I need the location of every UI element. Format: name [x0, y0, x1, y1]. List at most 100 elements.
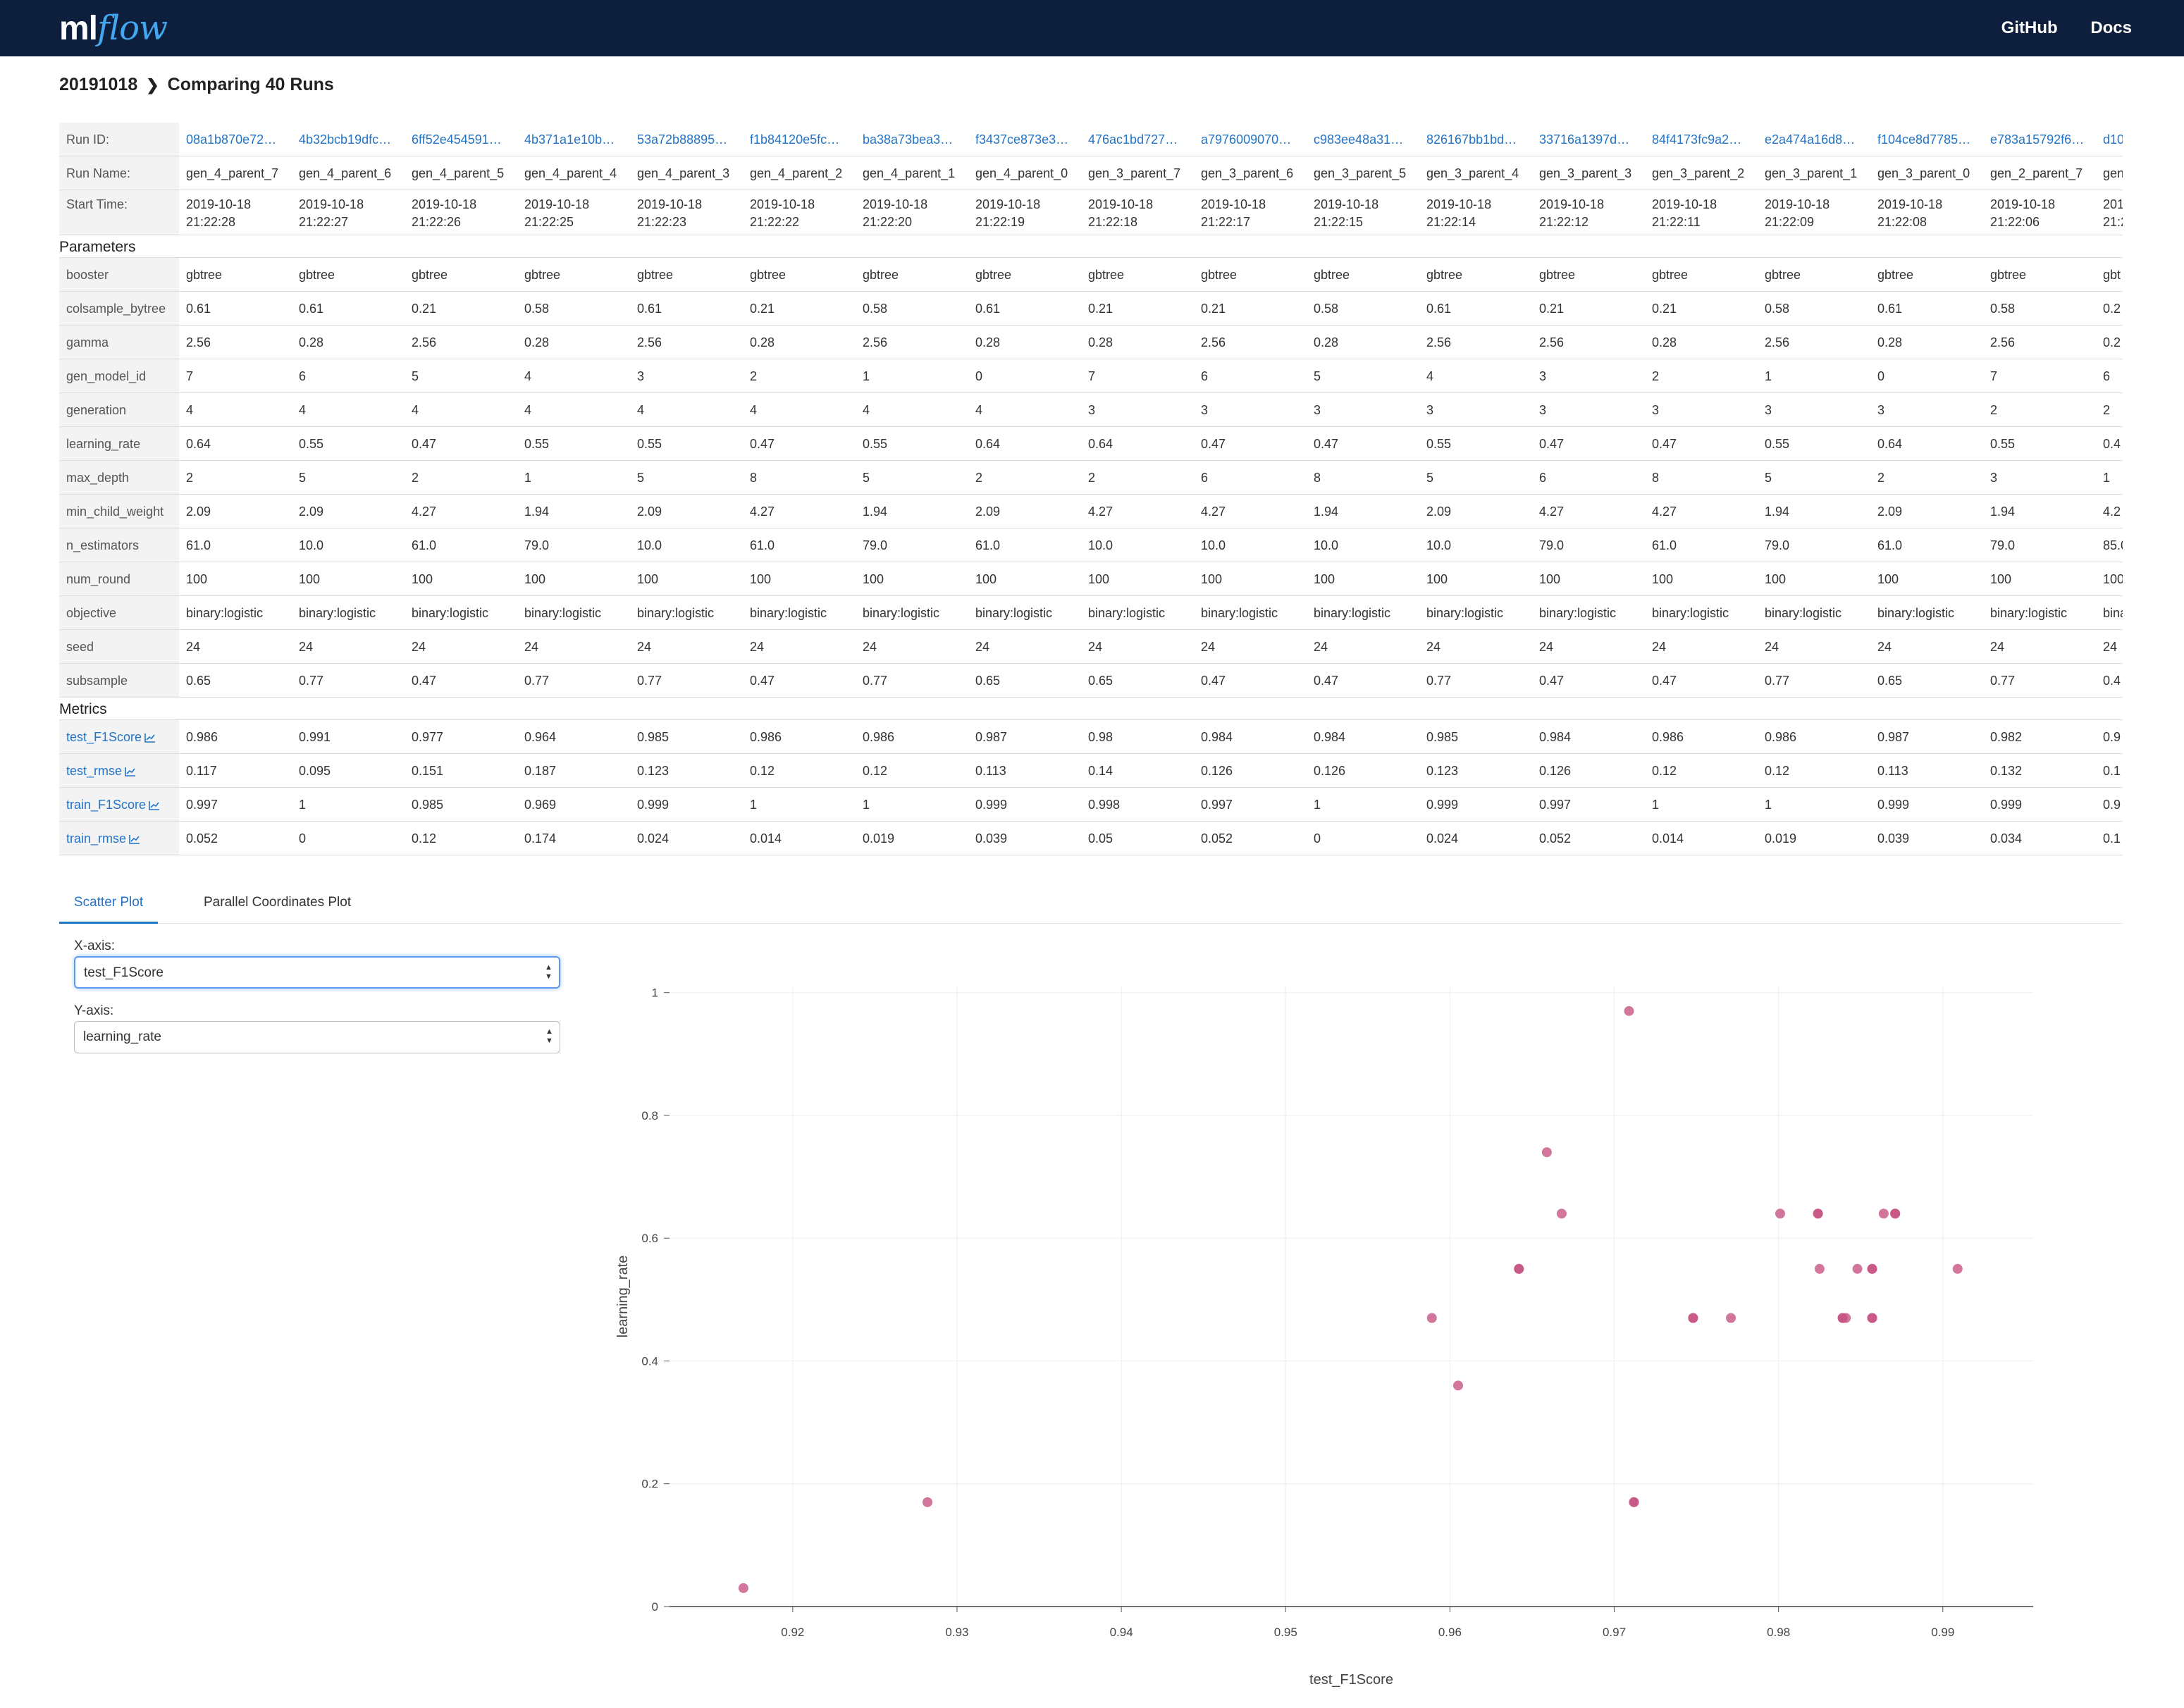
metrics-section-title: Metrics [59, 698, 2123, 720]
param-value: 24 [968, 630, 1081, 664]
param-value: 0.77 [1419, 664, 1532, 698]
param-value: 100 [2096, 562, 2123, 596]
start-date: 2019-10-18 [1652, 197, 1717, 211]
run-id-link[interactable]: f3437ce873e3… [968, 123, 1081, 156]
start-time-cell: 2019-10-18 21:22:17 [1194, 190, 1307, 235]
run-id-link[interactable]: ba38a73bea3… [856, 123, 968, 156]
param-value: 2 [1081, 461, 1194, 495]
param-value: 0.55 [1983, 427, 2096, 461]
metric-value: 0.985 [405, 788, 517, 822]
metric-value: 0.991 [292, 720, 405, 754]
param-value: 0.47 [1307, 664, 1419, 698]
metric-value: 1 [743, 788, 856, 822]
metric-name-train-rmse[interactable]: train_rmse [59, 822, 179, 855]
run-id-link[interactable]: e2a474a16d8… [1758, 123, 1870, 156]
metric-value: 0.982 [1983, 720, 2096, 754]
param-value: binary:logistic [968, 596, 1081, 630]
metric-value: 0 [292, 822, 405, 855]
param-value: 2.09 [292, 495, 405, 528]
y-axis-select[interactable]: learning_rate ▲ ▼ [74, 1021, 560, 1053]
y-axis-title: learning_rate [615, 1256, 631, 1338]
x-axis-select[interactable]: test_F1Score ▲ ▼ [74, 956, 560, 989]
metric-name-train-F1Score[interactable]: train_F1Score [59, 788, 179, 822]
param-value: 6 [1532, 461, 1645, 495]
metric-value: 0.1 [2096, 822, 2123, 855]
run-id-link[interactable]: 33716a1397d… [1532, 123, 1645, 156]
run-id-link[interactable]: 6ff52e454591… [405, 123, 517, 156]
run-id-link[interactable]: c983ee48a31… [1307, 123, 1419, 156]
param-value: 61.0 [743, 528, 856, 562]
param-value: 100 [1419, 562, 1532, 596]
param-value: 5 [1419, 461, 1532, 495]
param-value: 24 [2096, 630, 2123, 664]
start-clock-time: 21:22:23 [637, 215, 687, 229]
param-value: 24 [1645, 630, 1758, 664]
metric-value: 0.998 [1081, 788, 1194, 822]
metric-name-test-F1Score[interactable]: test_F1Score [59, 720, 179, 754]
param-value: 2 [1983, 393, 2096, 427]
scatter-point [1453, 1380, 1464, 1391]
run-id-link[interactable]: 4b32bcb19dfc… [292, 123, 405, 156]
metric-value: 0.113 [1870, 754, 1983, 788]
run-id-link[interactable]: 08a1b870e72… [179, 123, 292, 156]
param-value: 0.28 [1307, 326, 1419, 359]
run-id-link[interactable]: 4b371a1e10b… [517, 123, 630, 156]
param-value: 0 [968, 359, 1081, 393]
param-value: binary:logistic [292, 596, 405, 630]
run-id-link[interactable]: d10 [2096, 123, 2123, 156]
run-name: gen_3_parent_7 [1081, 156, 1194, 190]
param-value: 100 [1081, 562, 1194, 596]
param-value: 2.56 [856, 326, 968, 359]
x-tick-label: 0.93 [945, 1626, 968, 1639]
x-axis-label: X-axis: [74, 939, 116, 953]
param-value: 100 [968, 562, 1081, 596]
run-id-link[interactable]: a7976009070… [1194, 123, 1307, 156]
scatter-point [923, 1497, 933, 1507]
tab-parallel-coordinates-plot[interactable]: Parallel Coordinates Plot [204, 885, 351, 922]
start-time-cell: 2019-10-18 21:22:06 [1983, 190, 2096, 235]
metric-value: 0.999 [1983, 788, 2096, 822]
metric-value: 0.999 [630, 788, 743, 822]
scatter-plot[interactable]: 00.20.40.60.81 0.92 0.93 0.94 0.95 0.96 0.97 0… [606, 958, 2058, 1691]
tab-scatter-plot[interactable]: Scatter Plot [59, 885, 158, 924]
x-tick-label: 0.97 [1603, 1626, 1626, 1639]
run-id-link[interactable]: 84f4173fc9a2… [1645, 123, 1758, 156]
param-name-n-estimators: n_estimators [59, 528, 179, 562]
metric-value: 0.126 [1532, 754, 1645, 788]
metric-value: 0.999 [968, 788, 1081, 822]
param-value: binary:logistic [1532, 596, 1645, 630]
run-id-link[interactable]: 476ac1bd727… [1081, 123, 1194, 156]
param-value: 0.77 [1758, 664, 1870, 698]
run-id-link[interactable]: f1b84120e5fc… [743, 123, 856, 156]
param-value: 61.0 [1645, 528, 1758, 562]
param-value: 2 [1870, 461, 1983, 495]
metric-value: 0.984 [1307, 720, 1419, 754]
breadcrumb-experiment-link[interactable]: 20191018 [59, 75, 137, 94]
run-id-link[interactable]: e783a15792f6… [1983, 123, 2096, 156]
scatter-point [1867, 1313, 1877, 1323]
start-time-cell: 2019-10-18 21:22:26 [405, 190, 517, 235]
param-value: 0.28 [1645, 326, 1758, 359]
param-value: gbtree [405, 258, 517, 292]
param-value: 2 [743, 359, 856, 393]
param-value: binary:logistic [1307, 596, 1419, 630]
run-id-link[interactable]: 53a72b88895… [630, 123, 743, 156]
start-time-cell: 2019-10-18 21:22:19 [968, 190, 1081, 235]
param-value: 0.55 [630, 427, 743, 461]
param-value: 0.77 [517, 664, 630, 698]
run-id-link[interactable]: f104ce8d7785… [1870, 123, 1983, 156]
run-id-link[interactable]: 826167bb1bd… [1419, 123, 1532, 156]
param-value: 2.56 [1194, 326, 1307, 359]
param-value: 24 [1870, 630, 1983, 664]
mlflow-logo[interactable]: mlflow [59, 8, 168, 49]
metric-name-test-rmse[interactable]: test_rmse [59, 754, 179, 788]
runs-comparison-table: Run ID: 08a1b870e72… 4b32bcb19dfc… 6ff52e45… [59, 123, 2123, 866]
start-date: 2019-10-18 [1314, 197, 1379, 211]
chevron-right-icon: ❯ [146, 76, 159, 94]
github-link[interactable]: GitHub [2001, 18, 2058, 37]
metric-value: 0.997 [1194, 788, 1307, 822]
param-value: 0.55 [856, 427, 968, 461]
x-axis-title: test_F1Score [1309, 1672, 1393, 1688]
docs-link[interactable]: Docs [2090, 18, 2132, 37]
metric-name-label: train_rmse [66, 831, 127, 846]
